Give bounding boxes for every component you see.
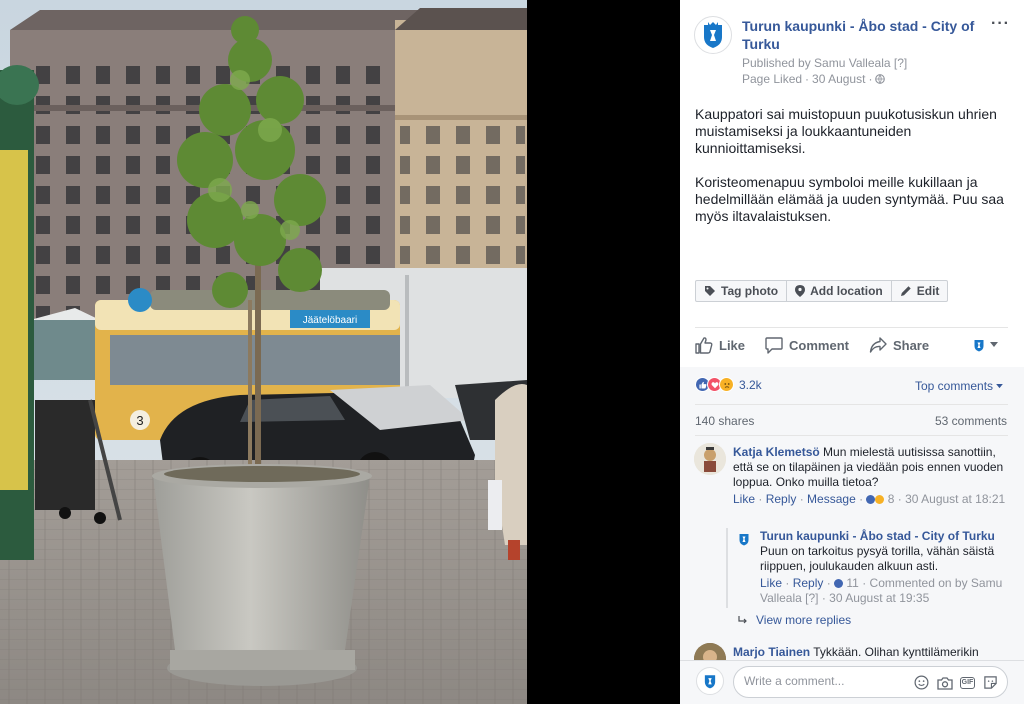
chevron-down-icon xyxy=(996,383,1003,388)
emoji-icon[interactable] xyxy=(913,674,930,691)
comment-button[interactable]: Comment xyxy=(765,336,849,354)
top-comments-label: Top comments xyxy=(915,379,994,393)
like-reaction-icon xyxy=(834,579,844,588)
reply-thread-line xyxy=(726,528,728,608)
comment-reply-link[interactable]: Reply xyxy=(766,492,797,506)
edit-button[interactable]: Edit xyxy=(892,281,948,301)
reply-author[interactable]: Turun kaupunki - Åbo stad - City of Turk… xyxy=(760,529,1010,544)
page-avatar[interactable] xyxy=(694,16,732,54)
reactions-count: 3.2k xyxy=(739,377,762,392)
like-button[interactable]: Like xyxy=(695,336,745,354)
divider xyxy=(695,404,1008,405)
sticker-icon[interactable] xyxy=(982,674,999,691)
more-options-icon[interactable]: ··· xyxy=(991,15,1010,33)
post-paragraph-1: Kauppatori sai muistopuun puukotusiskun … xyxy=(695,106,997,156)
post-date[interactable]: 30 August xyxy=(812,72,865,86)
comment-bubble-icon xyxy=(765,337,783,354)
reply-meta: Like · Reply · 11 · Commented on by Samu… xyxy=(760,576,1003,605)
divider xyxy=(695,327,1008,328)
tram-sign-text: Jäätelöbaari xyxy=(303,315,357,326)
reply-arrow-icon xyxy=(738,615,747,623)
comment-reaction-count[interactable]: 8 xyxy=(888,492,895,506)
comment-composer: GIF xyxy=(680,660,1024,704)
chevron-down-icon xyxy=(990,342,998,347)
view-more-replies-label: View more replies xyxy=(756,613,852,627)
gif-icon[interactable]: GIF xyxy=(959,674,976,691)
post-action-bar: Like Comment Share xyxy=(695,336,1008,354)
tag-icon xyxy=(705,286,715,296)
camera-icon[interactable] xyxy=(936,674,953,691)
location-pin-icon xyxy=(795,285,806,297)
help-marker[interactable]: [?] xyxy=(805,591,818,605)
tram-number: 3 xyxy=(136,413,143,428)
edit-label: Edit xyxy=(916,284,940,298)
add-location-button[interactable]: Add location xyxy=(787,281,892,301)
market-square-photo: Jäätelöbaari 3 xyxy=(0,0,527,704)
reply-reaction-count[interactable]: 11 xyxy=(846,576,858,590)
composer-avatar xyxy=(696,667,724,695)
reply-text: Puun on tarkoitus pysyä torilla, vähän s… xyxy=(760,544,995,573)
post-text: Kauppatori sai muistopuun puukotusiskun … xyxy=(695,106,1013,242)
comment-input[interactable] xyxy=(744,674,904,688)
divider xyxy=(695,435,1008,436)
pencil-icon xyxy=(900,286,911,296)
city-crest-small-icon xyxy=(974,340,984,352)
city-crest-icon xyxy=(704,675,716,689)
post-panel: Turun kaupunki - Åbo stad - City of Turk… xyxy=(680,0,1024,704)
comment-author[interactable]: Marjo Tiainen xyxy=(733,645,810,659)
photo-area: Jäätelöbaari 3 xyxy=(0,0,680,704)
comment-time[interactable]: 30 August at 18:21 xyxy=(905,492,1005,506)
comment-3: Marjo Tiainen Tykkään. Olihan kynttiläme… xyxy=(733,645,1008,660)
reply-like-link[interactable]: Like xyxy=(760,576,782,590)
photo-viewer: Jäätelöbaari 3 Turun kaupunki - Åbo stad… xyxy=(0,0,1024,704)
city-crest-icon xyxy=(704,22,722,48)
tag-photo-label: Tag photo xyxy=(721,284,779,298)
comment-reply: Turun kaupunki - Åbo stad - City of Turk… xyxy=(760,529,1010,574)
comment-order-dropdown[interactable]: Top comments xyxy=(915,379,1003,393)
comment-1-meta: Like · Reply · Message · 8 · 30 August a… xyxy=(733,492,1006,506)
post-meta: Page Liked · 30 August · xyxy=(742,72,886,86)
comment-text: Tykkään. Olihan kynttilämerikin xyxy=(813,645,979,659)
published-by-text[interactable]: Published by Samu Valleala xyxy=(742,56,891,70)
post-photo[interactable]: Jäätelöbaari 3 xyxy=(0,0,527,704)
view-more-replies-link[interactable]: View more replies xyxy=(738,613,851,627)
share-label: Share xyxy=(892,337,930,353)
wow-reaction-icon xyxy=(875,495,885,504)
commenter-avatar[interactable] xyxy=(694,443,726,475)
post-as-selector[interactable] xyxy=(973,338,998,352)
globe-icon[interactable] xyxy=(875,74,886,84)
shares-count[interactable]: 140 shares xyxy=(695,414,754,428)
thumbs-up-icon xyxy=(695,337,713,354)
comment-message-link[interactable]: Message xyxy=(807,492,856,506)
composer-icons: GIF xyxy=(913,674,999,691)
page-name-link[interactable]: Turun kaupunki - Åbo stad - City of Turk… xyxy=(742,17,982,53)
avatar-image xyxy=(694,443,726,475)
help-marker[interactable]: [?] xyxy=(894,56,907,70)
tag-photo-button[interactable]: Tag photo xyxy=(696,281,788,301)
like-label: Like xyxy=(719,337,746,353)
published-by: Published by Samu Valleala [?] xyxy=(742,56,907,70)
comment-label: Comment xyxy=(789,337,849,353)
add-location-label: Add location xyxy=(810,284,883,298)
city-crest-icon xyxy=(739,534,749,546)
comment-author[interactable]: Katja Klemetsö xyxy=(733,445,820,459)
photo-actions-bar: Tag photo Add location Edit xyxy=(695,280,949,302)
reply-reply-link[interactable]: Reply xyxy=(793,576,824,590)
reactions-summary[interactable]: 3.2k xyxy=(695,377,762,392)
comment-input-box[interactable]: GIF xyxy=(733,666,1008,698)
reply-time[interactable]: 30 August at 19:35 xyxy=(829,591,929,605)
reply-author-avatar[interactable] xyxy=(734,529,754,549)
share-arrow-icon xyxy=(869,337,887,353)
sad-reaction-icon xyxy=(719,377,734,392)
comment-like-link[interactable]: Like xyxy=(733,492,755,506)
page-liked-label[interactable]: Page Liked xyxy=(742,72,802,86)
like-reaction-icon xyxy=(866,495,876,504)
share-button[interactable]: Share xyxy=(869,336,929,354)
post-paragraph-2: Koristeomenapuu symboloi meille kukillaa… xyxy=(695,174,1004,224)
comments-count[interactable]: 53 comments xyxy=(935,414,1007,428)
comment-1: Katja Klemetsö Mun mielestä uutisissa sa… xyxy=(733,445,1008,490)
